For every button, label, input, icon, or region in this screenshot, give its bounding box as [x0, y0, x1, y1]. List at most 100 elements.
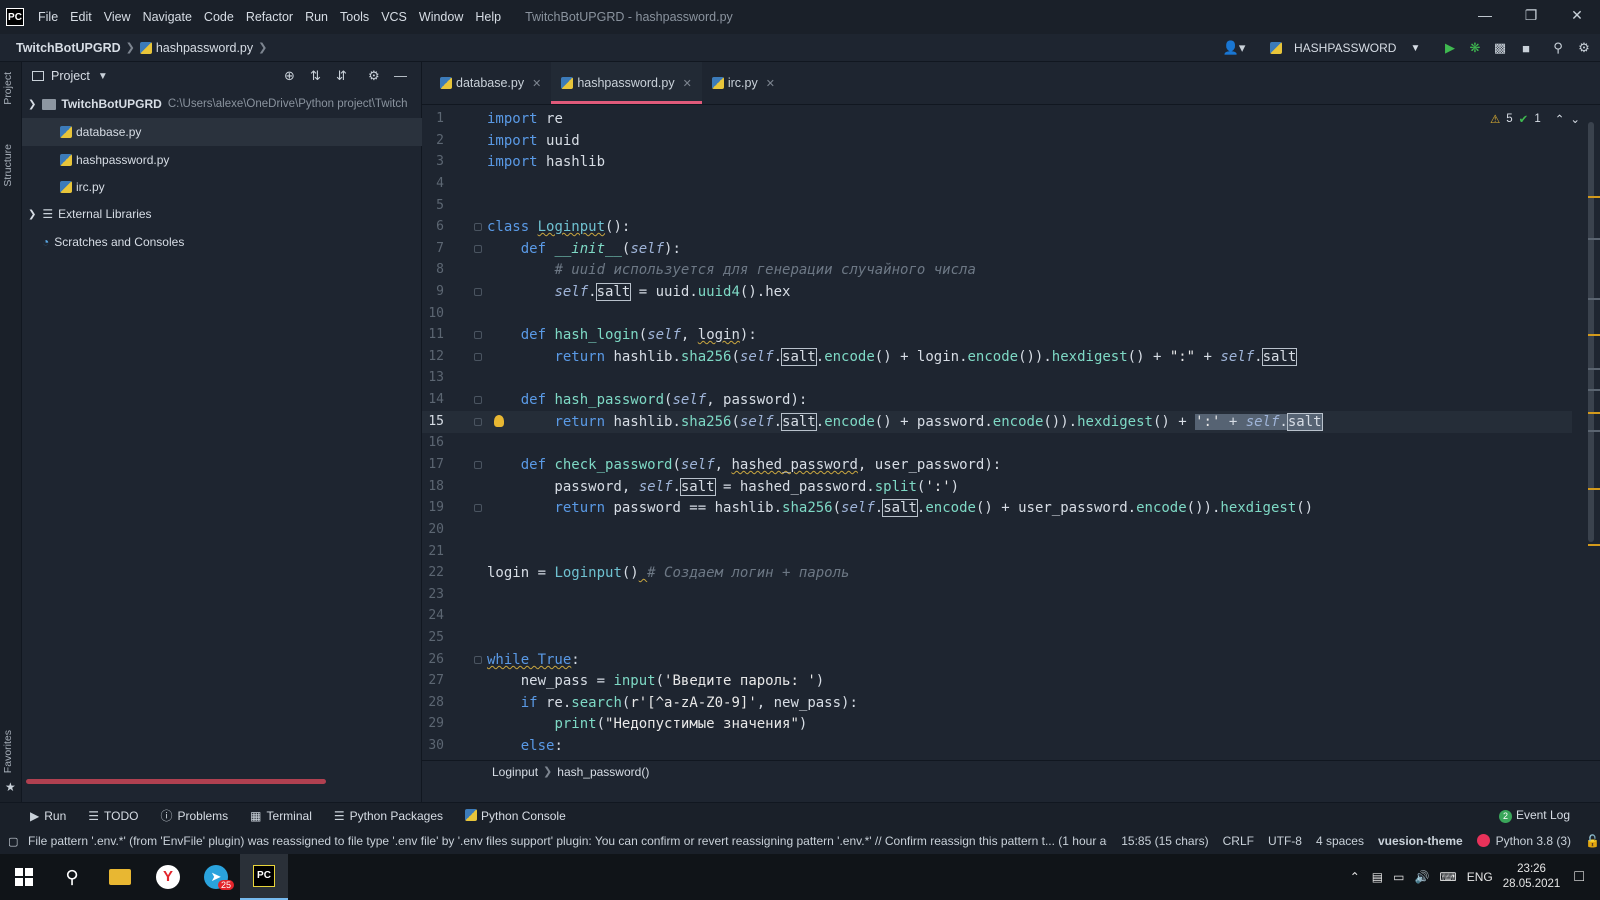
tab-irc[interactable]: irc.py ✕	[702, 62, 785, 104]
info-marker[interactable]	[1588, 238, 1600, 240]
tab-hashpassword[interactable]: hashpassword.py ✕	[551, 62, 702, 104]
tree-file-database[interactable]: database.py	[22, 118, 422, 146]
interpreter-widget[interactable]: Python 3.8 (3)	[1476, 834, 1571, 848]
code-line: 19 return password == hashlib.sha256(sel…	[428, 499, 1314, 517]
line-separator[interactable]: CRLF	[1223, 834, 1254, 848]
yandex-browser-icon[interactable]: Y	[144, 854, 192, 900]
close-tab-icon[interactable]: ✕	[683, 77, 692, 90]
hide-icon[interactable]: —	[394, 68, 407, 83]
menu-run[interactable]: Run	[299, 10, 334, 24]
info-marker[interactable]	[1588, 298, 1600, 300]
gear-icon[interactable]: ⚙	[368, 68, 380, 84]
input-language[interactable]: ENG	[1467, 870, 1493, 884]
menu-window[interactable]: Window	[413, 10, 469, 24]
crumb-class[interactable]: Loginput	[492, 765, 538, 779]
caret-position[interactable]: 15:85 (15 chars)	[1121, 834, 1208, 848]
close-tab-icon[interactable]: ✕	[766, 77, 775, 90]
dropdown-arrow-icon[interactable]: ▼	[98, 71, 108, 82]
telegram-icon[interactable]: ➤ 25	[192, 854, 240, 900]
vertical-scrollbar[interactable]	[1588, 122, 1594, 542]
coverage-icon[interactable]: ▩	[1492, 40, 1508, 56]
locate-icon[interactable]: ⊕	[284, 68, 295, 84]
minimize-icon[interactable]: —	[1462, 0, 1508, 30]
stripe-project[interactable]: Project	[2, 72, 14, 105]
expand-all-icon[interactable]: ⇅	[310, 68, 321, 84]
pycharm-taskbar-icon[interactable]: PC	[240, 854, 288, 900]
tool-tab-problems[interactable]: ⓘ Problems	[160, 807, 228, 824]
clock[interactable]: 23:26 28.05.2021	[1503, 862, 1561, 892]
tool-tab-terminal[interactable]: ▦ Terminal	[250, 809, 312, 823]
tree-file-hashpassword[interactable]: hashpassword.py	[22, 146, 422, 174]
theme-name[interactable]: vuesion-theme	[1378, 834, 1463, 848]
lock-icon[interactable]: 🔓	[1585, 834, 1600, 848]
clock-time: 23:26	[1517, 863, 1546, 875]
warning-marker[interactable]	[1588, 488, 1600, 490]
file-explorer-icon[interactable]	[96, 854, 144, 900]
chevron-down-icon[interactable]: ❯	[28, 99, 36, 110]
warning-marker[interactable]	[1588, 412, 1600, 414]
code-line: 25	[428, 630, 444, 645]
settings-gear-icon[interactable]: ⚙	[1576, 40, 1592, 56]
notifications-icon[interactable]: □	[1574, 868, 1584, 886]
info-marker[interactable]	[1588, 430, 1600, 432]
crumb-method[interactable]: hash_password()	[557, 765, 649, 779]
menu-file[interactable]: File	[32, 10, 64, 24]
warning-marker[interactable]	[1588, 334, 1600, 336]
windows-start-icon[interactable]	[0, 854, 48, 900]
windows-taskbar: ⚲ Y ➤ 25 PC ⌃ ▤ ▭ 🔊 ⌨ ENG 23:26 28.05.20…	[0, 854, 1600, 900]
info-marker[interactable]	[1588, 368, 1600, 370]
debug-icon[interactable]: ❋	[1467, 40, 1483, 56]
tab-database[interactable]: database.py ✕	[430, 62, 551, 104]
breadcrumb-file[interactable]: hashpassword.py	[156, 41, 253, 55]
volume-icon[interactable]: 🔊	[1414, 870, 1429, 884]
indent-setting[interactable]: 4 spaces	[1316, 834, 1364, 848]
network-icon[interactable]: ▤	[1372, 870, 1383, 884]
project-view-label[interactable]: Project	[51, 69, 90, 83]
pycharm-logo-icon[interactable]: PC	[6, 8, 24, 26]
tree-external-libraries[interactable]: ❯ ☰ External Libraries	[22, 200, 422, 228]
close-tab-icon[interactable]: ✕	[532, 77, 541, 90]
event-log-button[interactable]: 2 Event Log	[1498, 808, 1570, 823]
python-file-icon	[561, 77, 574, 89]
warning-marker[interactable]	[1588, 544, 1600, 546]
search-icon[interactable]: ⚲	[48, 854, 96, 900]
breadcrumb-project[interactable]: TwitchBotUPGRD	[16, 41, 121, 55]
status-message[interactable]: File pattern '.env.*' (from 'EnvFile' pl…	[28, 834, 1107, 848]
tool-tab-python-console[interactable]: Python Console	[465, 808, 566, 823]
menu-vcs[interactable]: VCS	[375, 10, 413, 24]
close-window-icon[interactable]: ✕	[1554, 0, 1600, 30]
menu-tools[interactable]: Tools	[334, 10, 375, 24]
menu-code[interactable]: Code	[198, 10, 240, 24]
tree-scratches[interactable]: ◔ Scratches and Consoles	[22, 228, 422, 256]
stripe-favorites[interactable]: Favorites	[2, 730, 14, 773]
tool-tab-todo[interactable]: ☰ TODO	[88, 809, 138, 823]
run-icon[interactable]: ▶	[1442, 40, 1458, 56]
user-account-icon[interactable]: 👤▾	[1220, 40, 1248, 56]
tree-root[interactable]: ❯ TwitchBotUPGRD C:\Users\alexe\OneDrive…	[22, 90, 422, 118]
tree-file-irc[interactable]: irc.py	[22, 173, 422, 201]
monitor-icon[interactable]: ▭	[1393, 870, 1404, 884]
status-toggle-icon[interactable]: ▢	[8, 835, 18, 848]
warning-marker[interactable]	[1588, 196, 1600, 198]
menu-help[interactable]: Help	[469, 10, 507, 24]
run-config-selector[interactable]: HASHPASSWORD ▼	[1270, 34, 1420, 62]
search-icon[interactable]: ⚲	[1550, 40, 1566, 56]
menu-refactor[interactable]: Refactor	[240, 10, 299, 24]
editor: database.py ✕ hashpassword.py ✕ irc.py ✕…	[422, 62, 1600, 802]
file-encoding[interactable]: UTF-8	[1268, 834, 1302, 848]
tool-tab-run[interactable]: ▶ Run	[30, 809, 66, 823]
info-marker[interactable]	[1588, 389, 1600, 391]
tool-tab-python-packages[interactable]: ☰ Python Packages	[334, 809, 443, 823]
menu-edit[interactable]: Edit	[64, 10, 98, 24]
stripe-structure[interactable]: Structure	[2, 144, 14, 187]
chevron-right-icon[interactable]: ❯	[28, 209, 36, 220]
keyboard-icon[interactable]: ⌨	[1439, 870, 1456, 884]
menu-navigate[interactable]: Navigate	[137, 10, 198, 24]
chevron-up-icon[interactable]: ⌃	[1350, 870, 1360, 884]
restore-icon[interactable]: ❐	[1508, 0, 1554, 30]
collapse-all-icon[interactable]: ⇵	[336, 68, 347, 84]
menu-view[interactable]: View	[98, 10, 137, 24]
horizontal-scrollbar[interactable]	[26, 779, 326, 784]
code-area[interactable]: 1 import re 2 import uuid 3 import hashlib …	[422, 105, 1600, 760]
stop-icon[interactable]: ■	[1518, 40, 1534, 56]
